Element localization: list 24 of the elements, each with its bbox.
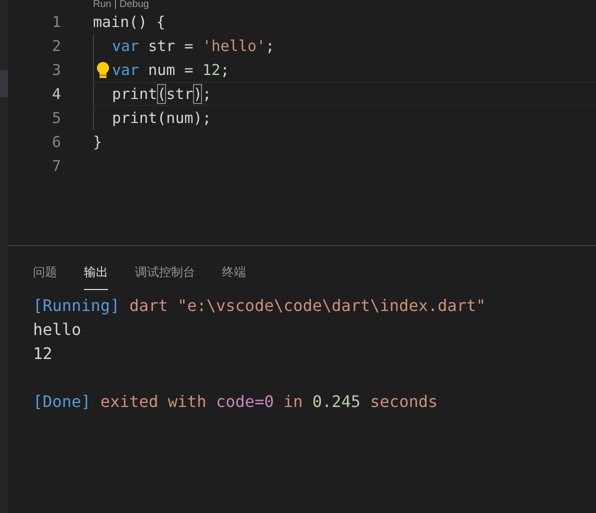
panel-tab[interactable]: 问题	[33, 264, 57, 290]
panel-tab[interactable]: 输出	[84, 264, 108, 290]
line-number: 4	[50, 84, 62, 105]
panel-tab[interactable]: 终端	[222, 264, 246, 290]
line-number: 6	[50, 132, 62, 153]
scroll-mark	[0, 70, 8, 97]
lightbulb-icon[interactable]	[96, 61, 110, 79]
code-line: print(num);	[93, 106, 212, 130]
line-number: 7	[50, 156, 62, 177]
output-line: [Running] dart "e:\vscode\code\dart\index.dart"	[33, 295, 487, 317]
output-line: 12	[33, 343, 54, 365]
code-line: var str = 'hello';	[93, 34, 275, 58]
line-number: 1	[50, 12, 62, 33]
line-number: 3	[50, 60, 62, 81]
panel-tab[interactable]: 调试控制台	[135, 264, 195, 290]
line-number: 2	[50, 36, 62, 57]
line-number: 5	[50, 108, 62, 129]
output-line: [Done] exited with code=0 in 0.245 seconds	[33, 391, 439, 413]
code-line: var num = 12;	[93, 58, 230, 82]
codelens-link[interactable]: Run | Debug	[93, 0, 149, 10]
code-line: main() {	[93, 12, 166, 33]
code-line: }	[93, 132, 102, 153]
output-line: hello	[33, 319, 82, 341]
code-line: print(str);	[93, 82, 212, 106]
